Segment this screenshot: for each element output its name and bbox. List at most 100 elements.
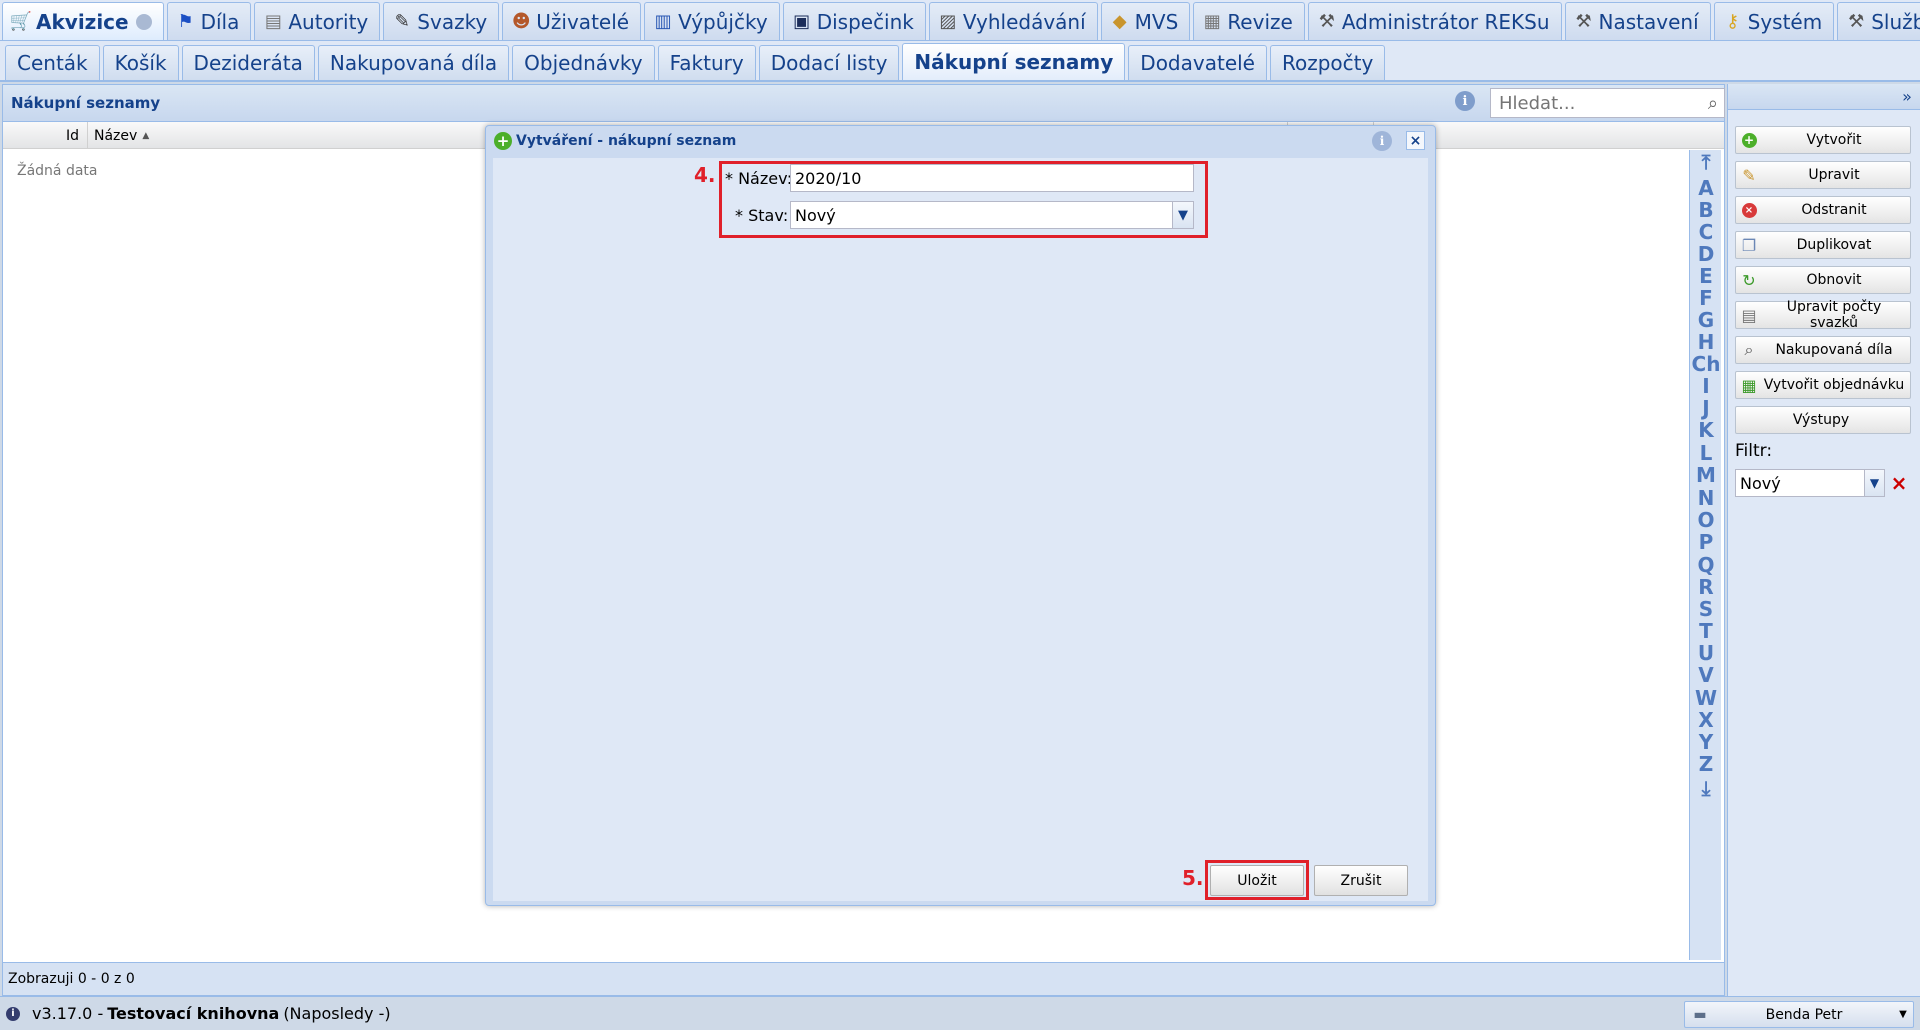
tab-vypujcky[interactable]: ▥ Výpůjčky [644, 2, 780, 40]
purchased-works-button[interactable]: ⌕ Nakupovaná díla [1735, 336, 1911, 364]
alphabet-letter[interactable]: H [1690, 330, 1722, 354]
dialog-footer: 5. Uložit Zrušit [493, 859, 1428, 901]
dialog-title: Vytváření - nákupní seznam [516, 133, 737, 149]
user-menu-button[interactable]: ▬ Benda Petr ▼ [1684, 1001, 1914, 1028]
tab-svazky[interactable]: ✎ Svazky [383, 2, 500, 40]
step-marker-fields: 4. [694, 163, 716, 187]
info-icon[interactable]: i [1455, 91, 1475, 111]
tab-deziderata[interactable]: Dezideráta [181, 45, 315, 80]
tab-kosik[interactable]: Košík [102, 45, 179, 80]
edit-icon: ✎ [1742, 165, 1756, 185]
tab-dodavatele[interactable]: Dodavatelé [1128, 45, 1267, 80]
tab-faktury[interactable]: Faktury [657, 45, 756, 80]
close-icon[interactable]: × [1406, 131, 1425, 150]
alphabet-letter[interactable]: X [1690, 708, 1722, 732]
name-field[interactable]: 2020/10 [790, 164, 1194, 192]
tab-akvizice[interactable]: 🛒 Akvizice [2, 2, 164, 40]
tab-administrator-reksu[interactable]: ⚒ Administrátor REKSu [1307, 2, 1562, 40]
alphabet-letter[interactable]: Y [1690, 730, 1722, 754]
create-order-button[interactable]: ▦ Vytvořit objednávku [1735, 371, 1911, 399]
alphabet-letter[interactable]: Q [1690, 553, 1722, 577]
search-field[interactable]: ⌕ [1490, 88, 1725, 118]
delete-button[interactable]: × Odstranit [1735, 196, 1911, 224]
alphabet-letter[interactable]: U [1690, 641, 1722, 665]
cancel-button[interactable]: Zrušit [1314, 865, 1408, 896]
tab-uzivatele[interactable]: ☻ Uživatelé [502, 2, 642, 40]
save-button[interactable]: Uložit [1210, 865, 1304, 896]
alphabet-letter[interactable]: K [1690, 418, 1722, 442]
tab-mvs[interactable]: ◆ MVS [1100, 2, 1191, 40]
duplicate-button[interactable]: ❐ Duplikovat [1735, 231, 1911, 259]
tab-label: Vyhledávání [962, 9, 1086, 34]
alphabet-letter[interactable]: P [1690, 530, 1722, 554]
tab-dodaci-listy[interactable]: Dodací listy [758, 45, 900, 80]
tab-sluzba[interactable]: ⚒ Služba [1837, 2, 1920, 40]
edit-volume-counts-button[interactable]: ▤ Upravit počty svazků [1735, 299, 1911, 331]
tab-rozpocty[interactable]: Rozpočty [1269, 45, 1386, 80]
tab-system[interactable]: ⚷ Systém [1713, 2, 1835, 40]
alphabet-letter[interactable]: J [1690, 396, 1722, 420]
refresh-button[interactable]: ↻ Obnovit [1735, 266, 1911, 294]
alphabet-letter[interactable]: Ch [1690, 352, 1722, 376]
alphabet-letter[interactable]: A [1690, 176, 1722, 200]
alphabet-letter[interactable]: G [1690, 308, 1722, 332]
alphabet-letter[interactable]: V [1690, 663, 1722, 687]
alphabet-letter[interactable]: S [1690, 597, 1722, 621]
duplicate-icon: ❐ [1741, 235, 1757, 255]
alphabet-letter[interactable]: W [1690, 686, 1722, 710]
tab-nastaveni[interactable]: ⚒ Nastavení [1564, 2, 1711, 40]
jump-last-icon[interactable]: ⤓ [1690, 776, 1722, 800]
alphabet-letter[interactable]: E [1690, 264, 1722, 288]
info-icon[interactable]: i [1372, 131, 1392, 151]
alphabet-letter[interactable]: R [1690, 575, 1722, 599]
tab-nakupovana-dila[interactable]: Nakupovaná díla [317, 45, 510, 80]
search-icon[interactable]: ⌕ [1708, 93, 1718, 114]
info-icon[interactable]: i [6, 1006, 20, 1021]
chevron-down-icon[interactable]: ▼ [1172, 202, 1193, 228]
tab-dila[interactable]: ⚑ Díla [166, 2, 252, 40]
name-label: * Název: [725, 169, 793, 188]
user-name: Benda Petr [1765, 1006, 1843, 1023]
alphabet-letter[interactable]: C [1690, 220, 1722, 244]
tab-label: MVS [1134, 9, 1179, 34]
tab-nakupni-seznamy[interactable]: Nákupní seznamy [902, 43, 1126, 80]
module-tab-bar: 🛒 Akvizice ⚑ Díla ▤ Autority ✎ Svazky ☻ … [0, 0, 1920, 41]
alphabet-letter[interactable]: T [1690, 619, 1722, 643]
chevron-down-icon[interactable]: ▼ [1864, 470, 1884, 496]
filter-select[interactable]: Nový ▼ [1735, 469, 1885, 497]
button-label: Odstranit [1801, 202, 1867, 218]
state-select[interactable]: Nový ▼ [790, 201, 1194, 229]
jump-first-icon[interactable]: ⤒ [1690, 150, 1722, 174]
alphabet-letter[interactable]: O [1690, 508, 1722, 532]
collapse-icon[interactable]: » [1897, 86, 1917, 106]
search-input[interactable] [1499, 92, 1689, 114]
button-label: Upravit počty svazků [1786, 299, 1882, 331]
tab-label: Výpůjčky [678, 9, 768, 34]
clear-filter-icon[interactable]: × [1888, 469, 1910, 497]
alphabet-letter[interactable]: N [1690, 486, 1722, 510]
alphabet-letter[interactable]: F [1690, 286, 1722, 310]
alphabet-letter[interactable]: L [1690, 441, 1722, 465]
tab-dispecink[interactable]: ▣ Dispečink [782, 2, 926, 40]
state-value: Nový [795, 205, 836, 225]
alphabet-letter[interactable]: I [1690, 374, 1722, 398]
tab-centak[interactable]: Centák [5, 45, 100, 80]
paging-status: Zobrazuji 0 - 0 z 0 [3, 962, 1724, 995]
column-id[interactable]: Id [3, 122, 88, 149]
tab-vyhledavani[interactable]: ▨ Vyhledávání [928, 2, 1098, 40]
app-footer: i v3.17.0 - Testovací knihovna (Naposled… [0, 996, 1920, 1030]
alphabet-letter[interactable]: D [1690, 242, 1722, 266]
tab-revize[interactable]: ▦ Revize [1193, 2, 1305, 40]
alphabet-letter[interactable]: M [1690, 463, 1722, 487]
alphabet-letter[interactable]: B [1690, 198, 1722, 222]
create-button[interactable]: + Vytvořit [1735, 126, 1911, 154]
library-name: Testovací knihovna [107, 1004, 280, 1023]
alphabet-letter[interactable]: Z [1690, 752, 1722, 776]
edit-button[interactable]: ✎ Upravit [1735, 161, 1911, 189]
key-icon: ⚷ [1726, 11, 1740, 32]
outputs-button[interactable]: Výstupy [1735, 406, 1911, 434]
tab-objednavky[interactable]: Objednávky [512, 45, 655, 80]
alphabet-index: ⤒ A B C D E F G H Ch I J K L M N O P Q R… [1689, 150, 1721, 960]
column-label: Id [65, 127, 79, 144]
tab-autority[interactable]: ▤ Autority [254, 2, 381, 40]
